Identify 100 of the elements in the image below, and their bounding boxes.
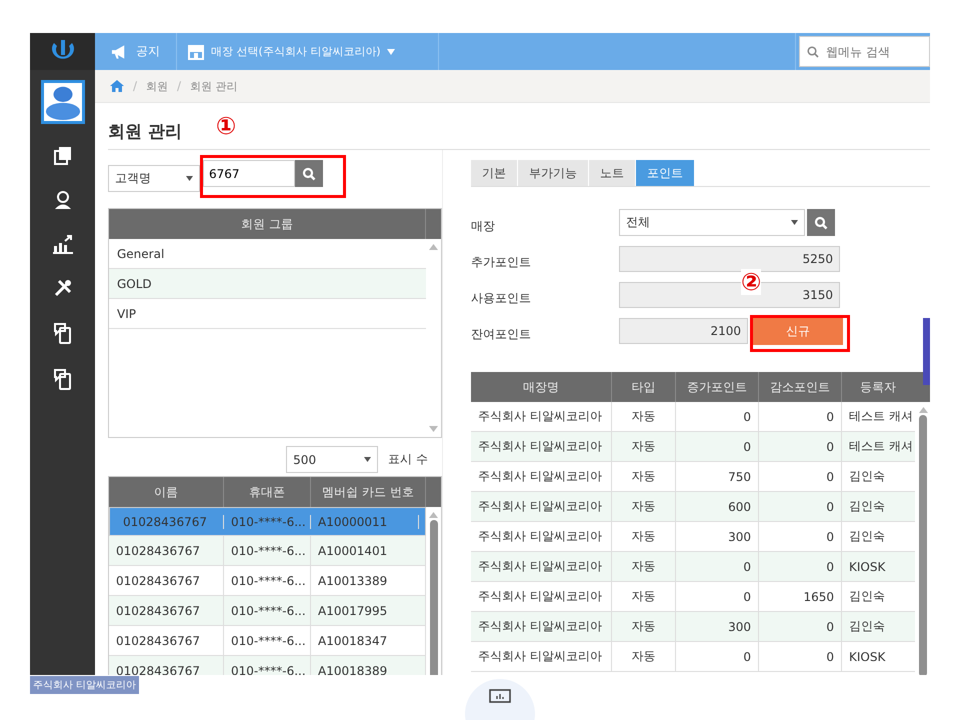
- table-cell: 자동: [612, 492, 676, 521]
- table-cell: 0: [676, 582, 759, 611]
- member-row[interactable]: 01028436767 010-****-6... A10001401: [109, 536, 426, 566]
- phone-chat-icon[interactable]: [52, 368, 72, 390]
- search-icon: [814, 216, 828, 230]
- table-cell-text: 김인숙: [848, 588, 886, 605]
- table-cell: 600: [676, 492, 759, 521]
- table-cell: 01028436767: [109, 536, 224, 565]
- tooltip: 주식회사 티알씨코리아: [30, 676, 140, 694]
- breadcrumb-separator: /: [177, 79, 182, 93]
- table-cell: 0: [759, 462, 842, 491]
- field-label: 사용포인트: [471, 290, 532, 307]
- field-label: 추가포인트: [471, 254, 532, 271]
- group-row[interactable]: GOLD: [109, 269, 426, 299]
- annotation-number: ①: [216, 112, 236, 140]
- search-type-select[interactable]: 고객명: [108, 165, 200, 192]
- table-cell-text: 김인숙: [848, 528, 886, 545]
- caret-icon: [364, 457, 372, 462]
- table-cell: 자동: [612, 552, 676, 581]
- table-cell: 010-****-6...: [224, 566, 311, 595]
- table-cell-text: 테스트 캐셔: [848, 408, 914, 425]
- table-cell: 750: [676, 462, 759, 491]
- annotation-number: ②: [741, 269, 762, 295]
- points-field: 5250: [619, 246, 840, 272]
- tab[interactable]: 기본: [471, 160, 517, 186]
- home-icon[interactable]: [110, 80, 124, 92]
- search-button[interactable]: [295, 160, 323, 187]
- table-cell: 0: [676, 402, 759, 431]
- copy-icon[interactable]: [52, 146, 72, 166]
- table-cell-text: KIOSK: [848, 558, 886, 576]
- table-cell: 자동: [612, 432, 676, 461]
- table-cell: 주식회사 티알씨코리아: [471, 402, 612, 431]
- tools-icon[interactable]: [52, 278, 72, 298]
- group-row[interactable]: VIP: [109, 299, 426, 329]
- person-icon[interactable]: [52, 190, 72, 210]
- table-cell: A10001401: [311, 536, 426, 565]
- column-header: 증가포인트: [676, 372, 759, 402]
- store-select[interactable]: 전체: [619, 209, 805, 236]
- table-cell: 주식회사 티알씨코리아: [471, 552, 612, 581]
- user-avatar[interactable]: [40, 80, 84, 124]
- table-cell: A10000011: [311, 514, 419, 528]
- monitor-icon: [489, 689, 511, 703]
- table-cell: 주식회사 티알씨코리아: [471, 462, 612, 491]
- table-cell: 010-****-6...: [224, 514, 311, 528]
- column-header: 회원 그룹: [109, 209, 426, 239]
- table-cell: 0: [759, 522, 842, 551]
- table-cell: 0: [759, 552, 842, 581]
- page-size-select[interactable]: 500: [286, 446, 378, 473]
- table-cell: 0: [676, 642, 759, 671]
- field-label: 매장: [471, 218, 496, 235]
- table-cell: 010-****-6...: [224, 626, 311, 655]
- table-cell: A10018347: [311, 626, 426, 655]
- chart-icon[interactable]: [52, 234, 74, 254]
- menu-search-field[interactable]: 웹메뉴 검색: [799, 36, 930, 67]
- table-cell: 300: [676, 522, 759, 551]
- table-cell: 0: [759, 402, 842, 431]
- member-row[interactable]: 01028436767 010-****-6... A10000011: [109, 507, 426, 536]
- search-button[interactable]: [807, 209, 835, 236]
- table-cell: 주식회사 티알씨코리아: [471, 612, 612, 641]
- table-cell: A10013389: [311, 566, 426, 595]
- search-field[interactable]: 6767: [203, 160, 295, 187]
- table-cell: 0: [676, 552, 759, 581]
- table-cell: 자동: [612, 612, 676, 641]
- caret-icon: [186, 176, 193, 181]
- table-cell: 0: [759, 612, 842, 641]
- table-cell: 010-****-6...: [224, 536, 311, 565]
- caret-icon: [791, 220, 798, 225]
- table-cell-text: 김인숙: [848, 498, 886, 515]
- table-cell: 010-****-6...: [224, 596, 311, 625]
- table-cell: 자동: [612, 462, 676, 491]
- search-icon: [302, 166, 316, 180]
- column-header: 매장명: [471, 372, 612, 402]
- table-cell: 주식회사 티알씨코리아: [471, 492, 612, 521]
- table-cell: 자동: [612, 582, 676, 611]
- phone-chat-icon[interactable]: [52, 322, 72, 344]
- table-cell: 자동: [612, 642, 676, 671]
- tab[interactable]: 노트: [589, 160, 635, 186]
- tab[interactable]: 부가기능: [518, 160, 588, 186]
- side-handle[interactable]: [923, 318, 930, 385]
- points-field: 2100: [619, 318, 748, 344]
- member-row[interactable]: 01028436767 010-****-6... A10017995: [109, 596, 426, 626]
- column-header: 감소포인트: [759, 372, 842, 402]
- table-cell: 01028436767: [109, 596, 224, 625]
- table-cell-text: 김인숙: [848, 618, 886, 635]
- search-icon: [807, 46, 819, 58]
- table-cell: 01028436767: [109, 566, 224, 595]
- table-cell: A10017995: [311, 596, 426, 625]
- table-cell: 0: [759, 432, 842, 461]
- member-row[interactable]: 01028436767 010-****-6... A10018389: [109, 656, 426, 675]
- field-label: 잔여포인트: [471, 326, 532, 343]
- table-cell: 1650: [759, 582, 842, 611]
- table-cell: 주식회사 티알씨코리아: [471, 432, 612, 461]
- column-header: 타입: [612, 372, 676, 402]
- table-cell: 0: [759, 642, 842, 671]
- table-cell: 주식회사 티알씨코리아: [471, 582, 612, 611]
- table-cell-text: 테스트 캐셔: [848, 438, 914, 455]
- table-cell-text: KIOSK: [848, 648, 886, 666]
- table-cell: 주식회사 티알씨코리아: [471, 642, 612, 671]
- table-cell: 300: [676, 612, 759, 641]
- table-cell: 01028436767: [109, 626, 224, 655]
